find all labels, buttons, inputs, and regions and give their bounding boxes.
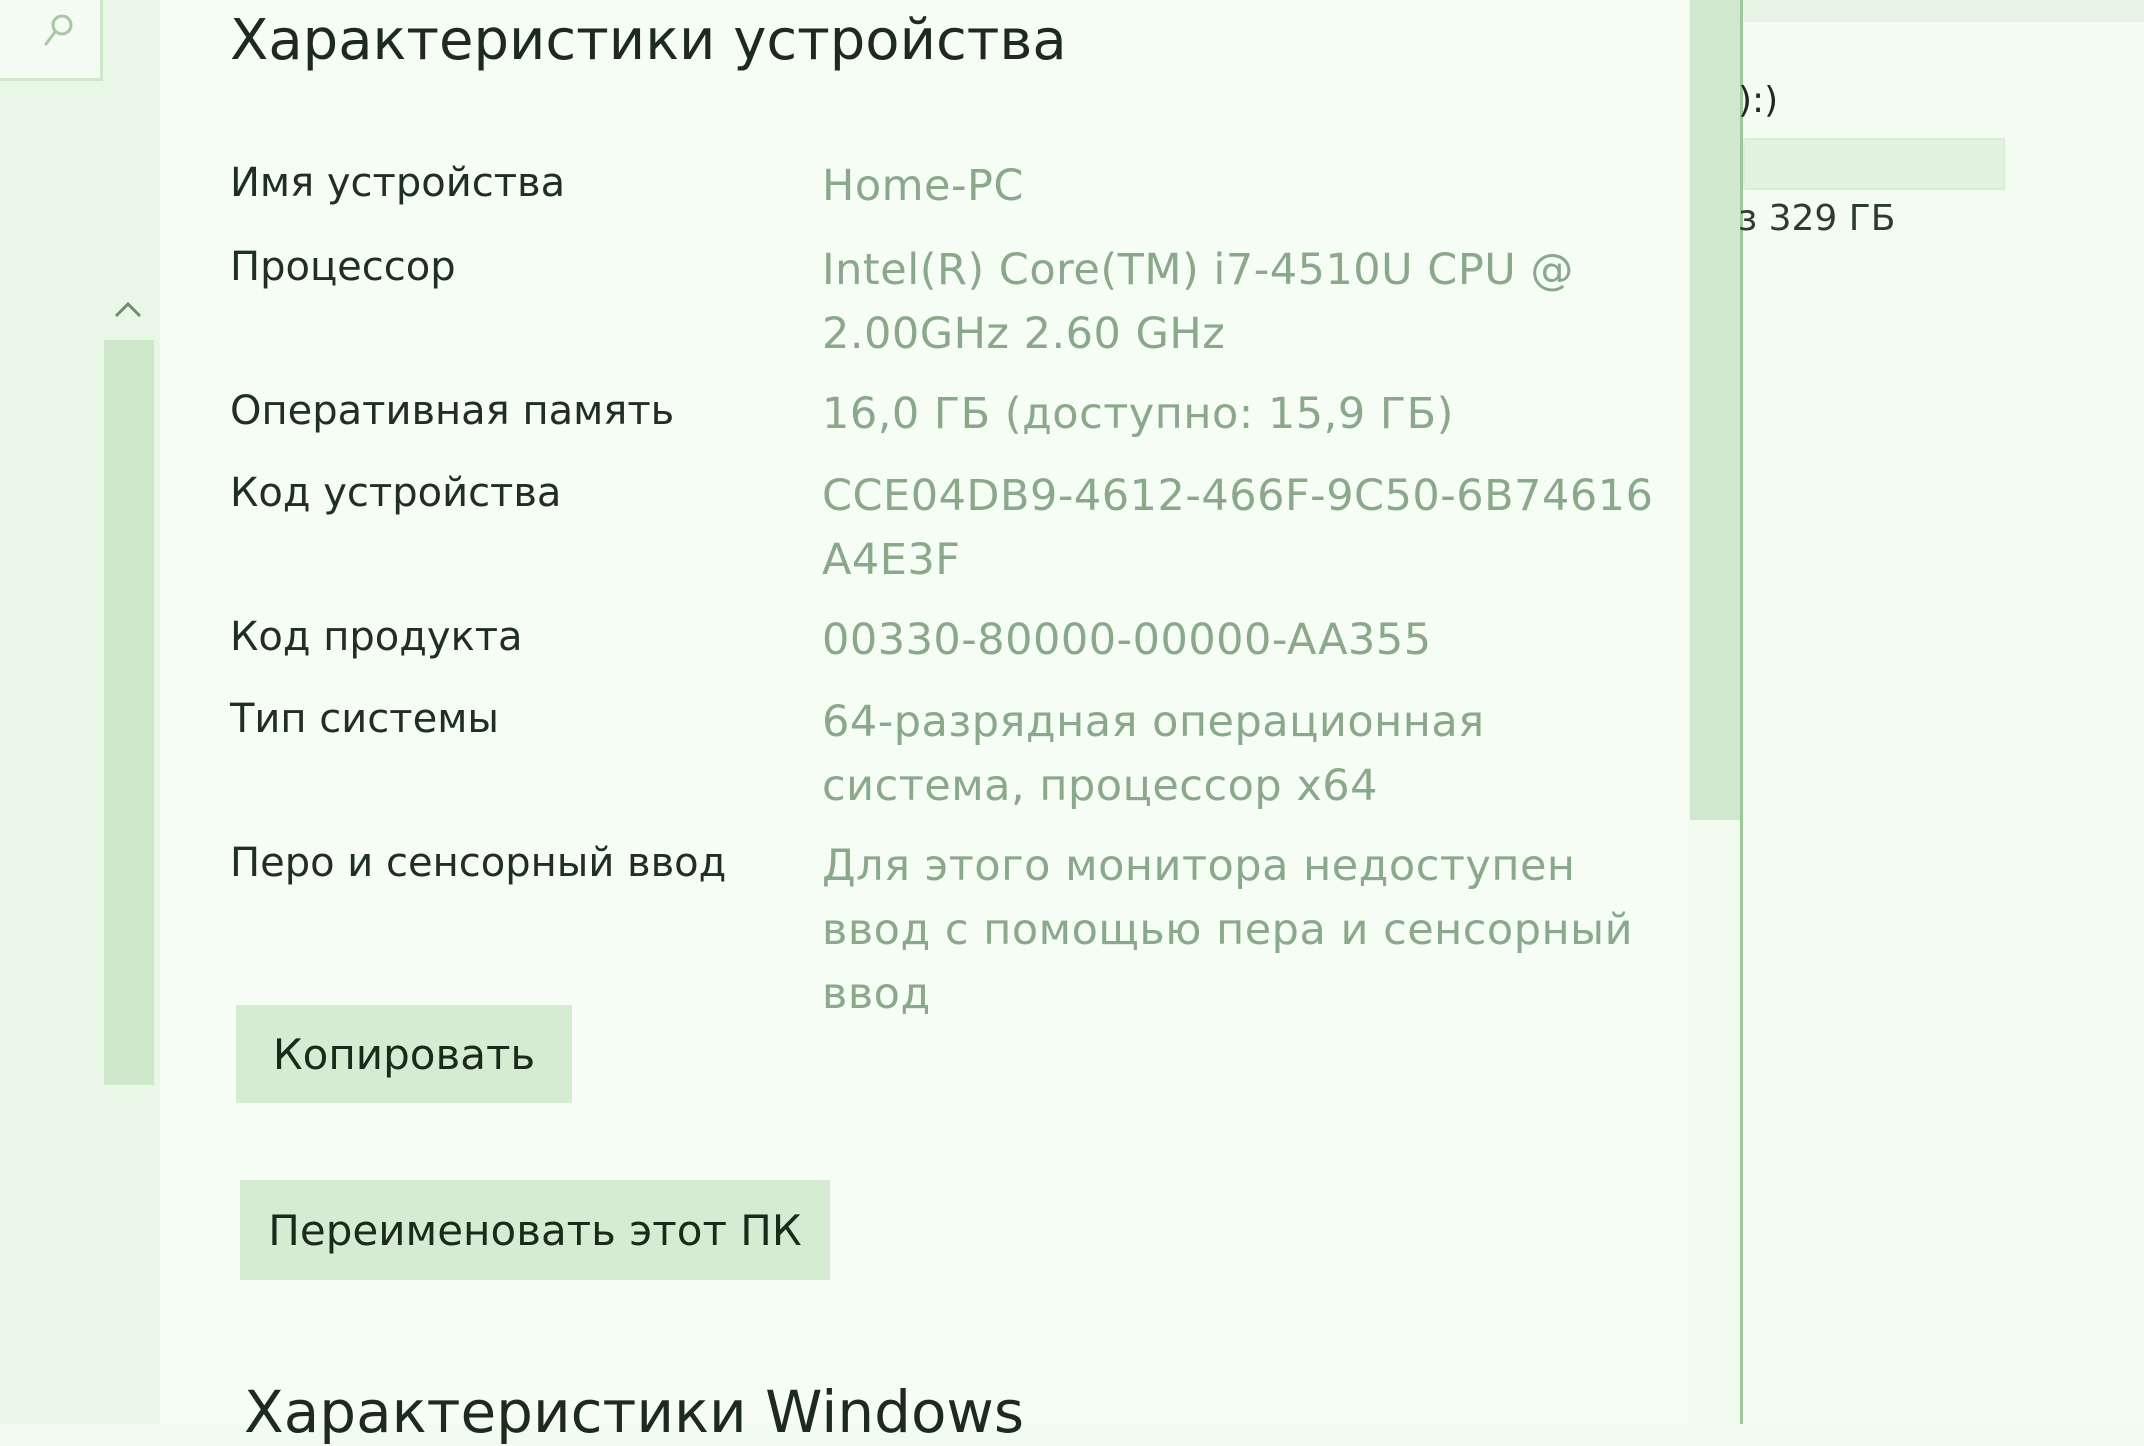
spec-value: Home-PC <box>822 161 1024 211</box>
spec-row-pen-touch: Перо и сенсорный ввод Для этого монитора… <box>230 840 1670 1019</box>
spec-label: Код продукта <box>230 614 523 660</box>
search-icon[interactable] <box>42 12 76 52</box>
spec-row-processor: Процессор Intel(R) Core(TM) i7-4510U CPU… <box>230 244 1670 374</box>
spec-value: Для этого монитора недоступен ввод с пом… <box>822 841 1634 1019</box>
device-specs-title: Характеристики устройства <box>230 8 1067 73</box>
rename-pc-button[interactable]: Переименовать этот ПК <box>240 1180 830 1280</box>
drive-free-space: з 329 ГБ <box>1738 198 1896 239</box>
spec-value: CCE04DB9-4612-466F-9C50-6B74616A4E3F <box>822 471 1654 585</box>
spec-row-device-name: Имя устройства Home-PC <box>230 160 1670 220</box>
spec-label: Оперативная память <box>230 388 675 434</box>
spec-value: 16,0 ГБ (доступно: 15,9 ГБ) <box>822 389 1454 439</box>
spec-row-device-id: Код устройства CCE04DB9-4612-466F-9C50-6… <box>230 470 1670 600</box>
spec-label: Процессор <box>230 244 456 290</box>
scrollbar-thumb[interactable] <box>104 340 154 1085</box>
spec-label: Тип системы <box>230 696 499 742</box>
copy-button[interactable]: Копировать <box>236 1005 572 1103</box>
spec-label: Код устройства <box>230 470 562 516</box>
windows-specs-title: Характеристики Windows <box>244 1378 1025 1446</box>
spec-row-system-type: Тип системы 64-разрядная операционная си… <box>230 696 1670 826</box>
spec-label: Имя устройства <box>230 160 566 206</box>
spec-value: 64-разрядная операционная система, проце… <box>822 697 1485 811</box>
drive-label: ):) <box>1738 80 1779 121</box>
search-box[interactable] <box>0 0 103 81</box>
spec-value: 00330-80000-00000-AA355 <box>822 615 1432 665</box>
spec-label: Перо и сенсорный ввод <box>230 840 727 886</box>
chevron-up-icon[interactable] <box>112 298 144 320</box>
spec-row-product-id: Код продукта 00330-80000-00000-AA355 <box>230 614 1670 674</box>
drive-usage-bar <box>1743 138 2005 190</box>
spec-value: Intel(R) Core(TM) i7-4510U CPU @ 2.00GHz… <box>822 245 1574 359</box>
panel-scrollbar[interactable] <box>1690 0 1744 820</box>
spec-row-ram: Оперативная память 16,0 ГБ (доступно: 15… <box>230 388 1670 448</box>
related-panel-header-band <box>1743 0 2144 22</box>
